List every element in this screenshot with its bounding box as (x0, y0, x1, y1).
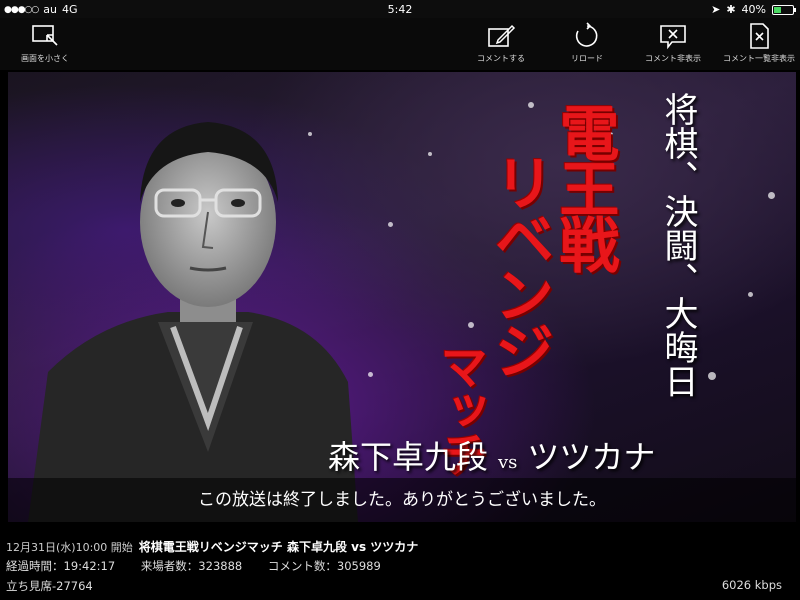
compose-icon (488, 24, 516, 47)
start-time: 12月31日(水)10:00 開始 (6, 541, 133, 554)
comment-count: コメント数：305989 (267, 559, 381, 573)
battery-fill (774, 6, 782, 13)
battery-percent: 40% (741, 3, 766, 16)
program-stats: 経過時間：19:42:17 来場者数：323888 コメント数：305989 (6, 558, 385, 574)
snow-particle (428, 152, 432, 156)
hide-comment-list-label: コメント一覧非表示 (723, 54, 795, 63)
player-portrait (28, 122, 358, 522)
comment-button[interactable]: コメントする (456, 22, 546, 64)
program-header: 12月31日(水)10:00 開始 将棋電王戦リベンジマッチ 森下卓九段 vs … (6, 538, 418, 555)
broadcast-ended-banner: この放送は終了しました。ありがとうございました。 (8, 478, 796, 522)
elapsed-time: 経過時間：19:42:17 (6, 559, 116, 573)
matchup: 森下卓九段 vs ツツカナ (328, 432, 655, 478)
snow-particle (528, 102, 534, 108)
hide-comment-icon (660, 25, 686, 50)
location-icon: ➤ (711, 3, 721, 16)
battery-icon (772, 4, 796, 15)
hide-comment-list-button[interactable]: コメント一覧非表示 (714, 22, 800, 64)
clock: 5:42 (387, 3, 413, 16)
snow-particle (368, 372, 373, 377)
title-line-2: リベンジ (484, 152, 554, 376)
program-info: 12月31日(水)10:00 開始 将棋電王戦リベンジマッチ 森下卓九段 vs … (0, 524, 800, 600)
shrink-screen-button[interactable]: 画面を小さく (0, 22, 90, 64)
hide-list-icon (750, 23, 769, 49)
video-player[interactable]: 電王戦 リベンジ マッチ 将棋、決闘、大晦日 森下卓九段 vs ツツカナ この放送は… (8, 72, 796, 522)
bitrate: 6026 kbps (721, 578, 782, 592)
visitor-count: 来場者数：323888 (140, 559, 243, 573)
snow-particle (748, 292, 753, 297)
reload-button[interactable]: リロード (542, 22, 632, 64)
player1-name: 森下卓九段 (328, 438, 489, 476)
program-title: 将棋電王戦リベンジマッチ 森下卓九段 vs ツツカナ (138, 540, 419, 554)
shrink-screen-label: 画面を小さく (21, 54, 69, 63)
reload-icon (575, 22, 598, 47)
vs-label: vs (498, 452, 518, 473)
status-right: ➤ ✱ 40% (711, 3, 796, 16)
snow-particle (388, 222, 393, 227)
status-bar: ●●●○○ au 4G 5:42 ➤ ✱ 40% (0, 0, 800, 18)
comment-label: コメントする (477, 54, 525, 63)
player2-name: ツツカナ (527, 438, 656, 476)
toolbar: 画面を小さく コメントする リロード コメント非表示 コメント一覧非表示 (0, 18, 800, 70)
standing-seat: 立ち見席-27764 (6, 579, 93, 593)
snow-particle (708, 372, 716, 380)
bluetooth-icon: ✱ (726, 3, 736, 16)
snow-particle (768, 192, 775, 199)
title-line-1: 電王戦 (549, 102, 619, 270)
hide-comments-label: コメント非表示 (645, 54, 701, 63)
shrink-screen-icon (32, 25, 58, 46)
snow-particle (468, 322, 474, 328)
hide-comments-button[interactable]: コメント非表示 (628, 22, 718, 64)
reload-label: リロード (571, 54, 603, 63)
headline: 将棋、決闘、大晦日 (658, 92, 698, 398)
